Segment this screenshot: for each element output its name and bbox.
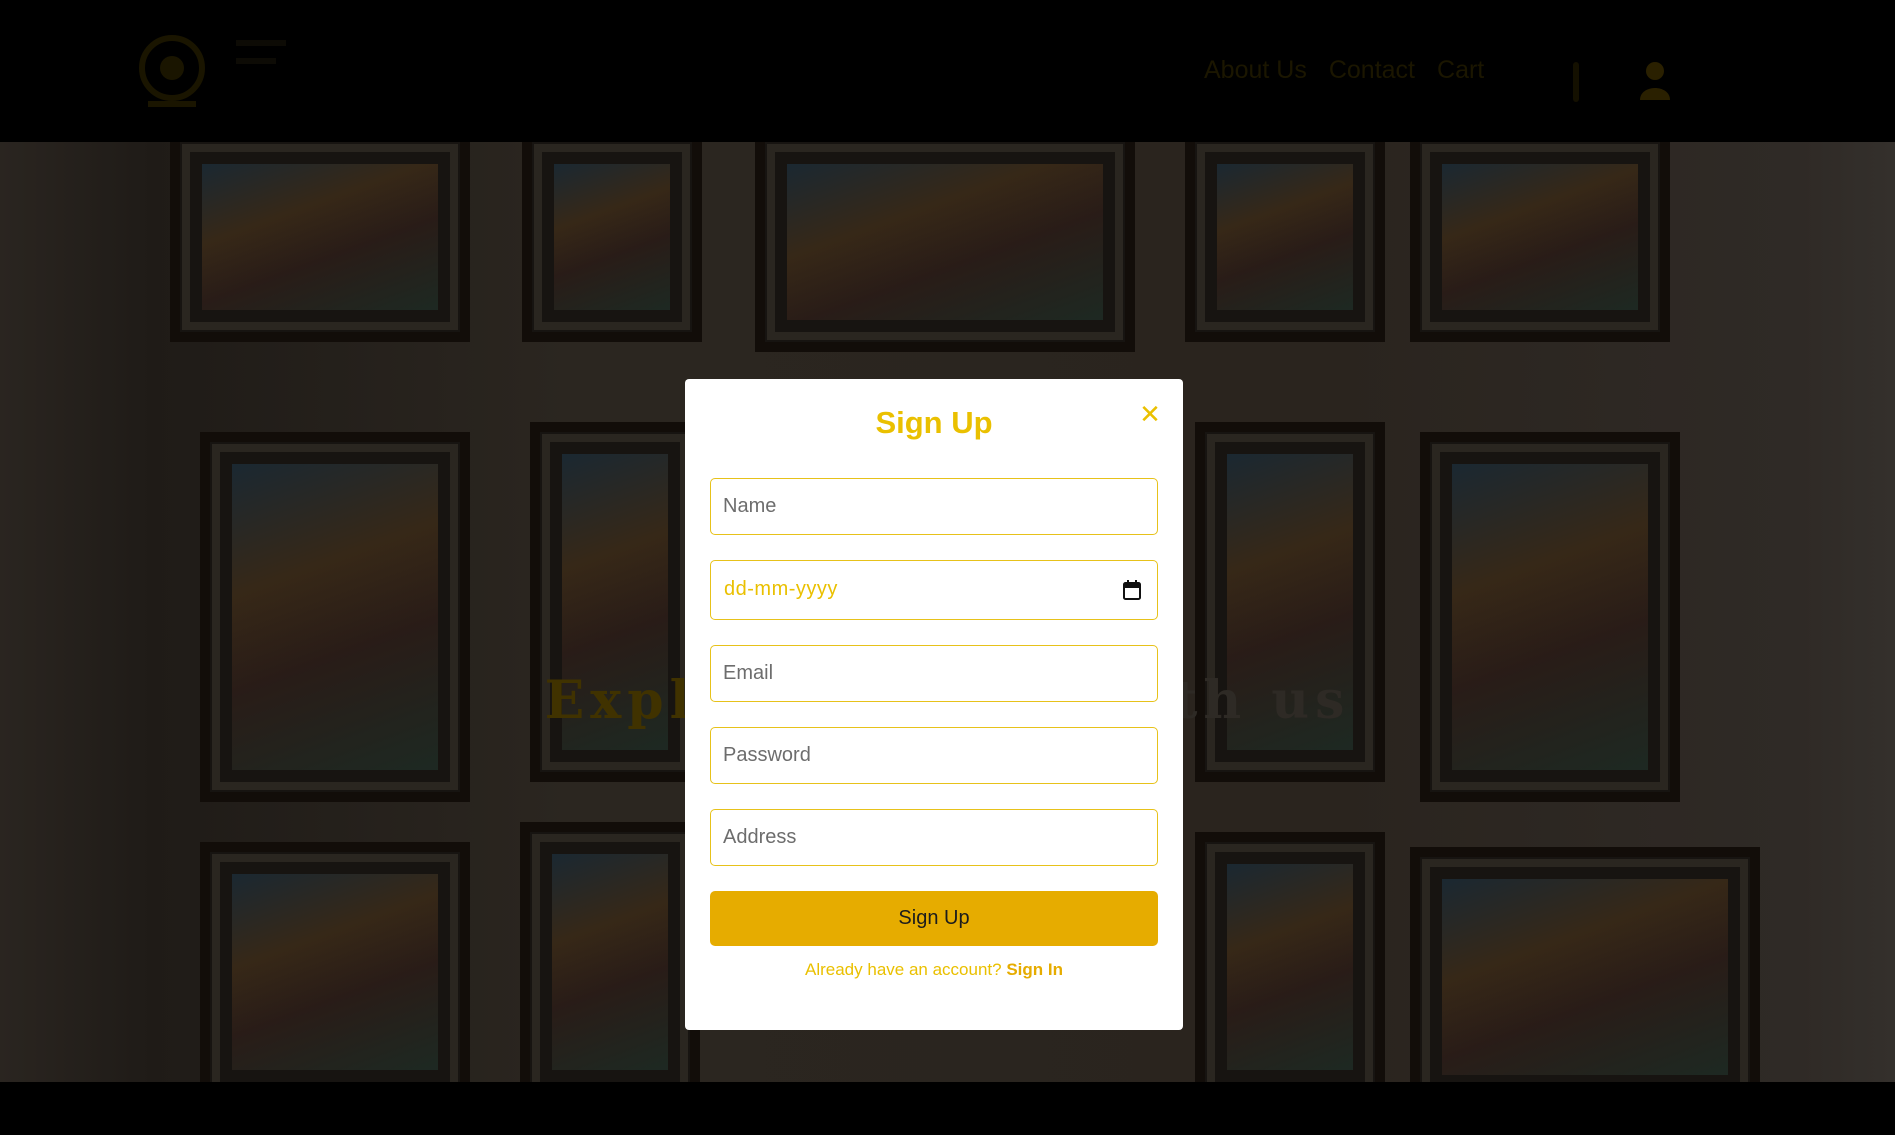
footer-band (0, 1082, 1895, 1135)
name-field[interactable] (710, 478, 1158, 535)
vertical-dots-icon[interactable] (1570, 60, 1582, 104)
nav-contact[interactable]: Contact (1329, 56, 1415, 85)
gallery-frame (1410, 847, 1760, 1082)
page: About Us Contact Cart Explore the art wi… (0, 0, 1895, 1135)
signin-prompt: Already have an account? (805, 960, 1002, 979)
sign-in-link[interactable]: Sign In (1006, 960, 1063, 979)
signin-prompt-row: Already have an account? Sign In (685, 960, 1183, 980)
signup-modal: Sign Up ✕ dd-mm-yyyy Sign Up Already hav… (685, 379, 1183, 1030)
main-nav: About Us Contact Cart (1204, 56, 1484, 85)
password-field[interactable] (710, 727, 1158, 784)
calendar-icon[interactable] (1123, 580, 1141, 600)
brand-wordmark-icon (236, 40, 286, 64)
modal-title: Sign Up (875, 405, 993, 440)
gallery-frame (200, 432, 470, 802)
nav-cart[interactable]: Cart (1437, 56, 1484, 85)
gallery-frame (755, 142, 1135, 352)
brand-emblem-icon[interactable] (128, 26, 216, 116)
address-field[interactable] (710, 809, 1158, 866)
gallery-frame (522, 142, 702, 342)
gallery-frame (520, 822, 700, 1082)
gallery-frame (1420, 432, 1680, 802)
gallery-frame (170, 142, 470, 342)
gallery-frame (200, 842, 470, 1082)
gallery-frame (1195, 832, 1385, 1082)
gallery-frame (1410, 142, 1670, 342)
date-placeholder: dd-mm-yyyy (724, 578, 838, 600)
nav-about-us[interactable]: About Us (1204, 56, 1307, 85)
site-header: About Us Contact Cart (0, 0, 1895, 142)
email-field[interactable] (710, 645, 1158, 702)
close-icon[interactable]: ✕ (1137, 401, 1163, 427)
gallery-frame (1185, 142, 1385, 342)
sign-up-button[interactable]: Sign Up (710, 891, 1158, 946)
date-of-birth-field[interactable]: dd-mm-yyyy (710, 560, 1158, 620)
user-icon[interactable] (1638, 60, 1672, 100)
